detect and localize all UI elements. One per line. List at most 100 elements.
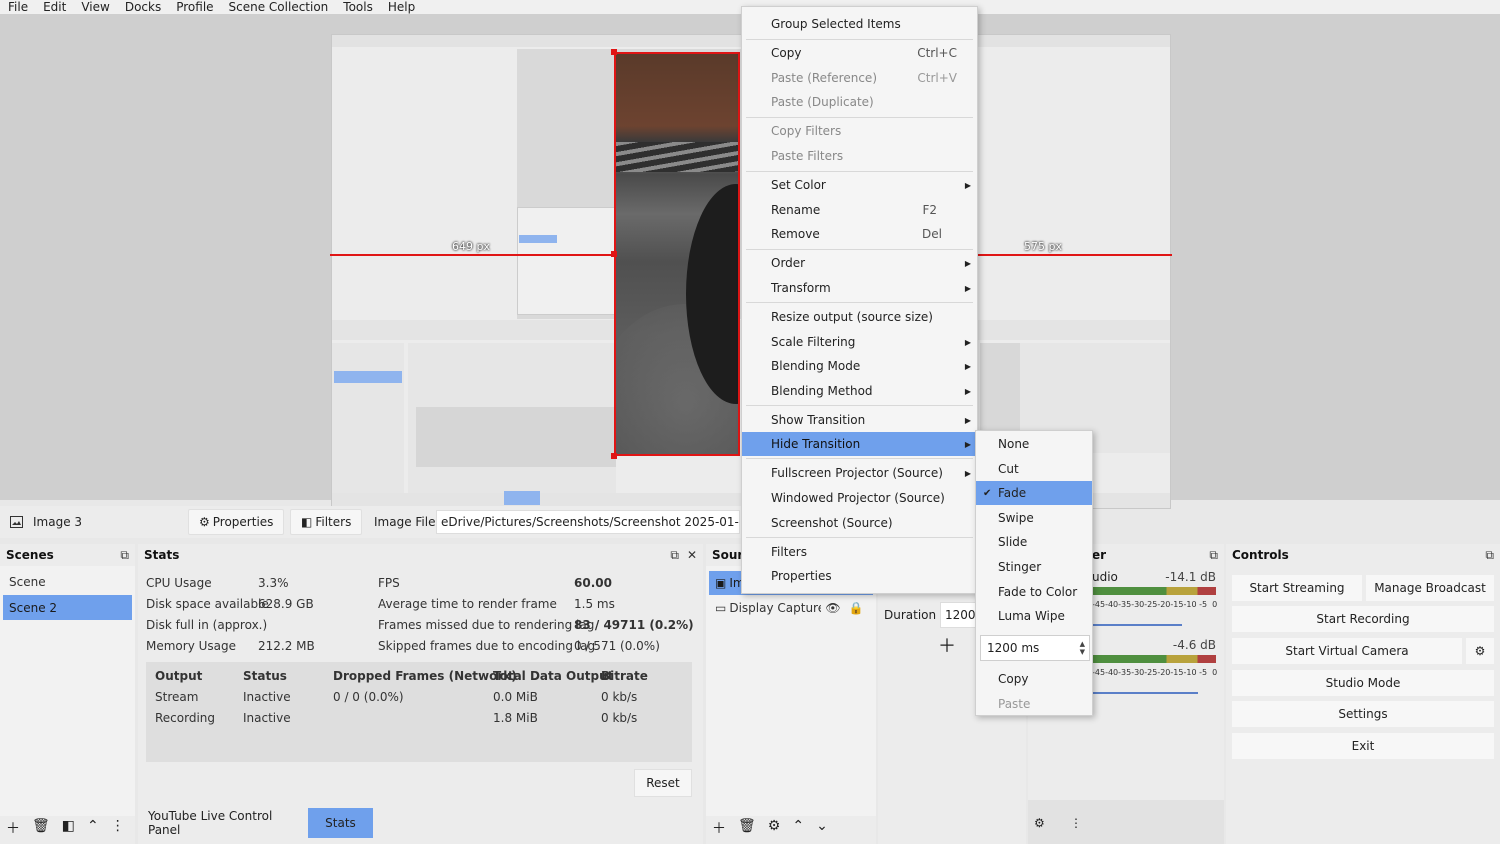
- menu-item-label: Fullscreen Projector (Source): [771, 466, 943, 480]
- close-icon[interactable]: ✕: [687, 548, 697, 563]
- image-file-label: Image File: [374, 515, 436, 529]
- add-icon[interactable]: ＋: [6, 818, 20, 838]
- menu-item-label: Paste Filters: [771, 149, 844, 163]
- settings-button[interactable]: Settings: [1232, 701, 1494, 727]
- selected-image-source[interactable]: [614, 52, 740, 456]
- add-icon[interactable]: ＋: [938, 632, 956, 658]
- menu-edit[interactable]: Edit: [43, 1, 66, 13]
- menu-item-filters[interactable]: Filters: [742, 540, 977, 564]
- trash-icon[interactable]: 🗑: [32, 818, 50, 838]
- menu-item-blending-method[interactable]: Blending Method ▶: [742, 379, 977, 403]
- menu-item-windowed-projector[interactable]: Windowed Projector (Source): [742, 486, 977, 510]
- source-item-label: Display Capture 3: [729, 601, 822, 615]
- table-cell: Stream: [155, 690, 199, 704]
- volume-slider[interactable]: [1092, 686, 1198, 694]
- submenu-copy[interactable]: Copy: [976, 667, 1092, 691]
- table-cell: 0.0 MiB: [493, 690, 538, 704]
- menu-item-screenshot[interactable]: Screenshot (Source): [742, 511, 977, 535]
- exit-button[interactable]: Exit: [1232, 733, 1494, 759]
- menu-profile[interactable]: Profile: [176, 1, 213, 13]
- undock-icon[interactable]: ⧉: [1209, 548, 1218, 563]
- source-item[interactable]: ▭ Display Capture 3 👁 🔒: [709, 596, 873, 620]
- chevron-up-icon[interactable]: ⌃: [87, 818, 99, 838]
- scene-item-selected[interactable]: Scene 2: [3, 595, 132, 620]
- menu-item-label: Group Selected Items: [771, 17, 901, 31]
- mixer-channel-db: -14.1 dB: [1165, 570, 1216, 584]
- menu-file[interactable]: File: [8, 1, 28, 13]
- menu-item-remove[interactable]: Remove Del: [742, 222, 977, 246]
- eye-icon[interactable]: 👁: [825, 601, 840, 615]
- resize-handle-ml[interactable]: [611, 251, 617, 257]
- menu-item-label: Hide Transition: [771, 437, 861, 451]
- menu-item-order[interactable]: Order ▶: [742, 251, 977, 275]
- undock-icon[interactable]: ⧉: [1485, 548, 1494, 563]
- monitor-icon: ▭: [715, 601, 727, 615]
- menu-item-show-transition[interactable]: Show Transition ▶: [742, 408, 977, 432]
- menu-item-blending-mode[interactable]: Blending Mode ▶: [742, 354, 977, 378]
- start-recording-button[interactable]: Start Recording: [1232, 606, 1494, 632]
- properties-button[interactable]: ⚙ Properties: [188, 509, 285, 535]
- gear-icon[interactable]: ⚙: [768, 818, 781, 838]
- menu-tools[interactable]: Tools: [343, 1, 373, 13]
- menu-item-properties[interactable]: Properties: [742, 564, 977, 588]
- menu-item-fullscreen-projector[interactable]: Fullscreen Projector (Source) ▶: [742, 461, 977, 485]
- filters-button[interactable]: ◧ Filters: [290, 509, 363, 535]
- transition-duration-spinbox[interactable]: 1200 ms ▲ ▼: [980, 635, 1090, 661]
- menu-item-copy[interactable]: Copy Ctrl+C: [742, 41, 977, 65]
- scene-item[interactable]: Scene: [3, 569, 132, 594]
- reset-button[interactable]: Reset: [634, 769, 692, 797]
- more-icon[interactable]: ⋮: [1070, 816, 1082, 830]
- undock-icon[interactable]: ⧉: [670, 548, 679, 563]
- tab-stats[interactable]: Stats: [308, 808, 373, 838]
- menu-item-hide-transition[interactable]: Hide Transition ▶: [742, 432, 977, 456]
- trash-icon[interactable]: 🗑: [738, 818, 756, 838]
- menu-docks[interactable]: Docks: [125, 1, 161, 13]
- menu-item-resize-output[interactable]: Resize output (source size): [742, 305, 977, 329]
- volume-slider[interactable]: [1092, 618, 1182, 626]
- more-icon[interactable]: ⋮: [111, 818, 125, 838]
- image-file-path-field[interactable]: eDrive/Pictures/Screenshots/Screenshot 2…: [436, 510, 740, 534]
- menu-item-scale-filtering[interactable]: Scale Filtering ▶: [742, 330, 977, 354]
- menu-item-set-color[interactable]: Set Color ▶: [742, 173, 977, 197]
- submenu-arrow-icon: ▶: [964, 258, 971, 268]
- transition-option-stinger[interactable]: Stinger: [976, 555, 1092, 579]
- transition-option-slide[interactable]: Slide: [976, 530, 1092, 554]
- resize-handle-tl[interactable]: [611, 49, 617, 55]
- menu-item-label: Windowed Projector (Source): [771, 491, 945, 505]
- menu-item-label: Set Color: [771, 178, 826, 192]
- transition-option-label: Fade: [998, 486, 1027, 500]
- menu-scene-collection[interactable]: Scene Collection: [229, 1, 329, 13]
- filters-icon[interactable]: ◧: [62, 818, 75, 838]
- stat-label: Average time to render frame: [378, 597, 557, 611]
- virtual-camera-settings-button[interactable]: ⚙: [1466, 638, 1494, 664]
- volume-meter: [1092, 587, 1216, 595]
- lock-icon[interactable]: 🔒: [849, 601, 864, 615]
- menu-item-group-selected[interactable]: Group Selected Items: [742, 12, 977, 36]
- start-streaming-button[interactable]: Start Streaming: [1232, 575, 1362, 601]
- menu-view[interactable]: View: [81, 1, 109, 13]
- menu-item-label: Order: [771, 256, 806, 270]
- resize-handle-bl[interactable]: [611, 453, 617, 459]
- transition-option-swipe[interactable]: Swipe: [976, 506, 1092, 530]
- studio-mode-button[interactable]: Studio Mode: [1232, 670, 1494, 696]
- transition-option-fade-to-color[interactable]: Fade to Color: [976, 580, 1092, 604]
- tab-youtube-live[interactable]: YouTube Live Control Panel: [140, 808, 302, 838]
- menu-help[interactable]: Help: [388, 1, 415, 13]
- add-icon[interactable]: ＋: [712, 818, 726, 838]
- spin-arrows-icon[interactable]: ▲ ▼: [1080, 640, 1085, 656]
- menu-item-transform[interactable]: Transform ▶: [742, 276, 977, 300]
- table-header: Output: [155, 669, 203, 683]
- transition-option-none[interactable]: None: [976, 432, 1092, 456]
- manage-broadcast-button[interactable]: Manage Broadcast: [1366, 575, 1494, 601]
- transition-option-fade[interactable]: ✔ Fade: [976, 481, 1092, 505]
- start-virtual-camera-button[interactable]: Start Virtual Camera: [1232, 638, 1462, 664]
- transition-option-luma-wipe[interactable]: Luma Wipe: [976, 604, 1092, 628]
- chevron-down-icon[interactable]: ⌄: [816, 818, 828, 838]
- chevron-up-icon[interactable]: ⌃: [792, 818, 804, 838]
- undock-icon[interactable]: ⧉: [120, 548, 129, 563]
- transition-option-cut[interactable]: Cut: [976, 457, 1092, 481]
- menu-item-rename[interactable]: Rename F2: [742, 198, 977, 222]
- gear-icon[interactable]: ⚙: [1034, 816, 1045, 830]
- table-cell: Recording: [155, 711, 216, 725]
- nested-selection: [519, 235, 557, 243]
